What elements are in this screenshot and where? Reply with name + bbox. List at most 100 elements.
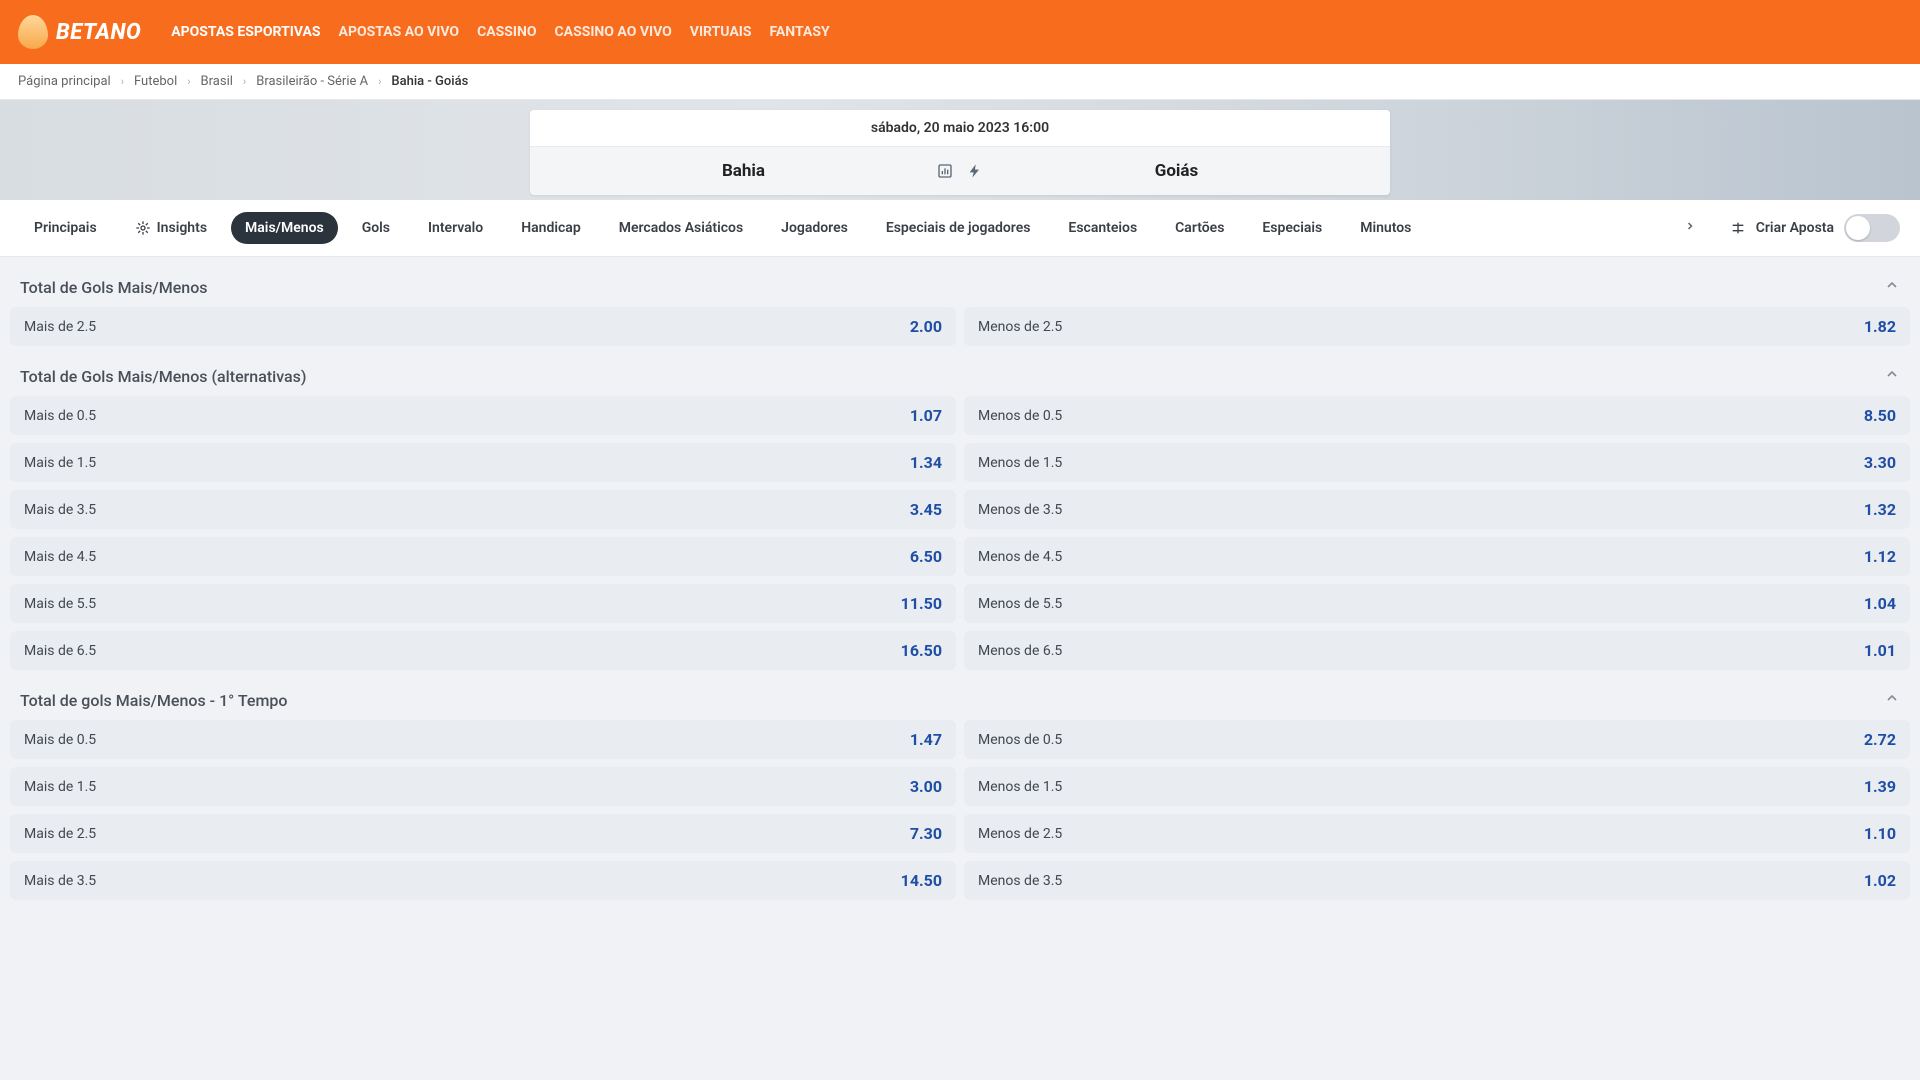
chevron-right-icon: › [378, 75, 381, 88]
market-header[interactable]: Total de Gols Mais/Menos [10, 271, 1910, 307]
odd-cell[interactable]: Menos de 6.51.01 [964, 631, 1910, 670]
market-tab[interactable]: Mais/Menos [231, 212, 338, 244]
market-tabs: Principais Insights Mais/Menos Gols Interval… [20, 212, 1674, 244]
odd-value: 1.10 [1864, 824, 1896, 843]
odd-cell[interactable]: Menos de 1.53.30 [964, 443, 1910, 482]
odd-cell[interactable]: Mais de 2.5 2.00 [10, 307, 956, 346]
odd-cell[interactable]: Mais de 6.516.50 [10, 631, 956, 670]
criar-icon [1730, 220, 1746, 236]
breadcrumb-link[interactable]: Brasil [201, 74, 233, 89]
odd-cell[interactable]: Mais de 3.53.45 [10, 490, 956, 529]
odd-cell[interactable]: Mais de 4.5 6.50 [10, 537, 956, 576]
market-header[interactable]: Total de Gols Mais/Menos (alternativas) [10, 360, 1910, 396]
nav-item[interactable]: VIRTUAIS [690, 24, 752, 40]
market-tabs-bar: Principais Insights Mais/Menos Gols Interval… [0, 200, 1920, 257]
odd-cell[interactable]: Mais de 1.53.00 [10, 767, 956, 806]
chevron-up-icon [1884, 277, 1900, 293]
odd-value: 11.50 [901, 594, 942, 613]
market-tab[interactable]: Cartões [1161, 212, 1238, 244]
odd-cell[interactable]: Menos de 1.51.39 [964, 767, 1910, 806]
odd-cell[interactable]: Menos de 4.5 1.12 [964, 537, 1910, 576]
chevron-right-icon: › [187, 75, 190, 88]
market-tab[interactable]: Gols [348, 212, 404, 244]
stats-icon[interactable] [937, 163, 953, 179]
nav-item[interactable]: APOSTAS AO VIVO [339, 24, 460, 40]
collapse-button[interactable] [1884, 690, 1900, 710]
market-tab[interactable]: Principais [20, 212, 111, 244]
top-header: BETANO APOSTAS ESPORTIVAS APOSTAS AO VIVO… [0, 0, 1920, 64]
odd-value: 3.30 [1864, 453, 1896, 472]
breadcrumb-link[interactable]: Página principal [18, 74, 111, 89]
nav-item[interactable]: FANTASY [769, 24, 829, 40]
market-tab[interactable]: Jogadores [767, 212, 862, 244]
tabs-scroll-right[interactable] [1674, 214, 1706, 242]
market-tab[interactable]: Escanteios [1054, 212, 1151, 244]
odd-value: 1.04 [1864, 594, 1896, 613]
market-tab[interactable]: Handicap [507, 212, 594, 244]
market-tab[interactable]: Especiais [1248, 212, 1336, 244]
nav-item[interactable]: CASSINO [477, 24, 536, 40]
odd-label: Menos de 4.5 [978, 549, 1062, 565]
market-tab[interactable]: Especiais de jogadores [872, 212, 1045, 244]
chevron-right-icon [1684, 220, 1696, 232]
nav-item[interactable]: APOSTAS ESPORTIVAS [171, 24, 320, 40]
logo-shield-icon [18, 15, 48, 49]
odd-cell[interactable]: Menos de 3.5 1.32 [964, 490, 1910, 529]
odd-cell[interactable]: Mais de 0.51.47 [10, 720, 956, 759]
odd-cell[interactable]: Menos de 3.5 1.02 [964, 861, 1910, 900]
odd-value: 16.50 [901, 641, 942, 660]
top-nav: APOSTAS ESPORTIVAS APOSTAS AO VIVO CASSINO… [171, 24, 829, 40]
odd-label: Menos de 2.5 [978, 319, 1062, 335]
odd-cell[interactable]: Menos de 2.51.82 [964, 307, 1910, 346]
odd-label: Menos de 5.5 [978, 596, 1062, 612]
odd-label: Mais de 2.5 [24, 319, 96, 335]
odd-label: Menos de 3.5 [978, 502, 1062, 518]
market-tab[interactable]: Intervalo [414, 212, 497, 244]
breadcrumb-link[interactable]: Brasileirão - Série A [256, 74, 368, 89]
brand-logo[interactable]: BETANO [18, 15, 141, 49]
odd-label: Menos de 0.5 [978, 408, 1062, 424]
odd-value: 2.00 [910, 317, 942, 336]
market-tab[interactable]: Insights [121, 212, 221, 244]
odd-cell[interactable]: Menos de 0.52.72 [964, 720, 1910, 759]
odd-label: Mais de 3.5 [24, 873, 96, 889]
match-hero: sábado, 20 maio 2023 16:00 Bahia Goiás [0, 100, 1920, 200]
odd-cell[interactable]: Mais de 5.511.50 [10, 584, 956, 623]
criar-aposta: Criar Aposta [1714, 214, 1900, 242]
odd-value: 1.12 [1864, 547, 1896, 566]
odd-value: 14.50 [901, 871, 942, 890]
team-home: Bahia [550, 161, 937, 181]
odd-cell[interactable]: Menos de 5.5 1.04 [964, 584, 1910, 623]
criar-toggle[interactable] [1844, 214, 1900, 242]
odd-value: 2.72 [1864, 730, 1896, 749]
odd-cell[interactable]: Menos de 0.5 8.50 [964, 396, 1910, 435]
chevron-right-icon: › [121, 75, 124, 88]
collapse-button[interactable] [1884, 366, 1900, 386]
market-rows: Mais de 0.51.47Menos de 0.52.72Mais de 1… [10, 720, 1910, 900]
brand-text: BETANO [56, 20, 141, 45]
market-header[interactable]: Total de gols Mais/Menos - 1° Tempo [10, 684, 1910, 720]
market-tab[interactable]: Minutos [1346, 212, 1425, 244]
odd-cell[interactable]: Mais de 2.57.30 [10, 814, 956, 853]
collapse-button[interactable] [1884, 277, 1900, 297]
odd-label: Menos de 3.5 [978, 873, 1062, 889]
market-section: Total de Gols Mais/MenosMais de 2.52.00M… [10, 271, 1910, 346]
market-section: Total de Gols Mais/Menos (alternativas)M… [10, 360, 1910, 670]
odd-cell[interactable]: Mais de 3.5 14.50 [10, 861, 956, 900]
team-away: Goiás [983, 161, 1370, 181]
odd-value: 8.50 [1864, 406, 1896, 425]
odd-value: 1.32 [1864, 500, 1896, 519]
breadcrumb-link[interactable]: Futebol [134, 74, 177, 89]
odd-cell[interactable]: Menos de 2.51.10 [964, 814, 1910, 853]
odd-cell[interactable]: Mais de 1.51.34 [10, 443, 956, 482]
match-card: sábado, 20 maio 2023 16:00 Bahia Goiás [530, 110, 1390, 195]
market-tab[interactable]: Mercados Asiáticos [605, 212, 757, 244]
odd-label: Mais de 4.5 [24, 549, 96, 565]
markets-content: Total de Gols Mais/MenosMais de 2.52.00M… [0, 257, 1920, 934]
lightning-icon[interactable] [967, 163, 983, 179]
nav-item[interactable]: CASSINO AO VIVO [555, 24, 672, 40]
criar-label: Criar Aposta [1756, 220, 1834, 236]
odd-value: 6.50 [910, 547, 942, 566]
odd-cell[interactable]: Mais de 0.51.07 [10, 396, 956, 435]
odd-value: 1.02 [1864, 871, 1896, 890]
